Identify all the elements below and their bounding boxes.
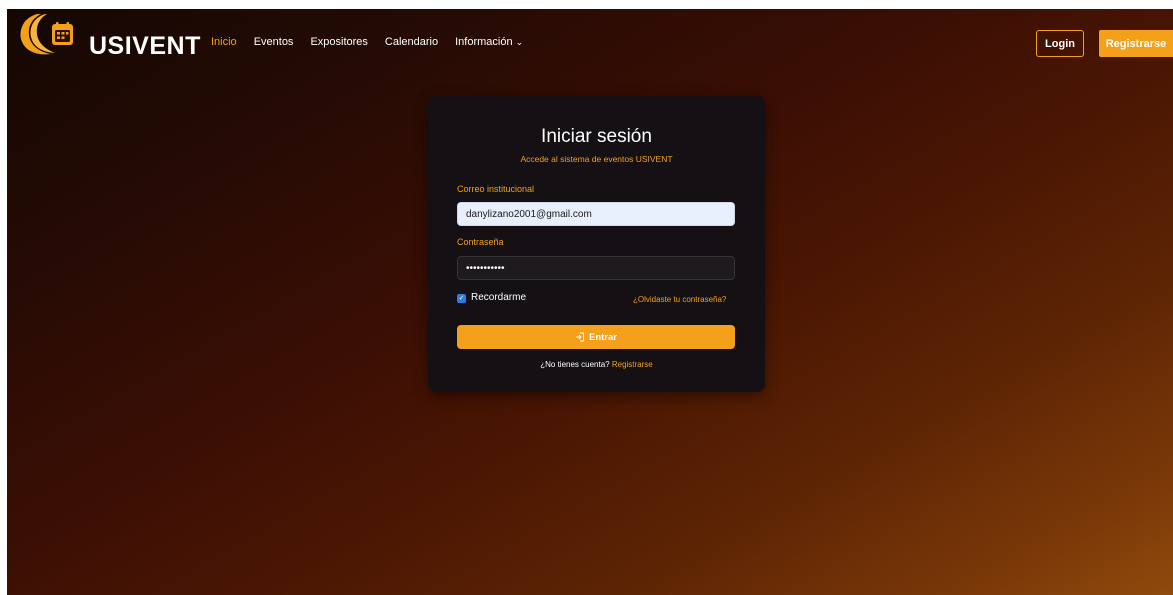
signup-link[interactable]: Registrarse: [612, 360, 653, 369]
submit-button[interactable]: Entrar: [457, 325, 735, 349]
register-button[interactable]: Registrarse: [1099, 30, 1173, 57]
password-label: Contraseña: [457, 237, 504, 247]
nav-item-eventos[interactable]: Eventos: [254, 35, 294, 49]
login-subtitle: Accede al sistema de eventos USIVENT: [520, 154, 673, 164]
login-button[interactable]: Login: [1036, 30, 1084, 57]
remember-me[interactable]: ✓ Recordarme: [457, 292, 526, 304]
nav-item-inicio[interactable]: Inicio: [211, 35, 237, 49]
nav-item-informacion[interactable]: Información ⌄: [455, 35, 523, 49]
login-title: Iniciar sesión: [541, 126, 652, 147]
main-menu: Inicio Eventos Expositores Calendario In…: [211, 35, 540, 49]
login-card: Iniciar sesión Accede al sistema de even…: [428, 96, 765, 392]
email-field[interactable]: danylizano2001@gmail.com: [457, 202, 735, 226]
logo-crescent-icon: [20, 14, 73, 55]
forgot-password-link[interactable]: ¿Olvidaste tu contraseña?: [633, 295, 726, 305]
no-account-text: ¿No tienes cuenta?: [540, 360, 610, 369]
nav-item-expositores[interactable]: Expositores: [310, 35, 367, 49]
nav-item-informacion-label: Información: [455, 36, 513, 48]
brand-name[interactable]: USIVENT: [89, 32, 201, 60]
nav-item-calendario[interactable]: Calendario: [385, 35, 438, 49]
calendar-icon: [52, 22, 73, 45]
email-label: Correo institucional: [457, 184, 535, 194]
chevron-down-icon: ⌄: [515, 37, 524, 47]
password-field[interactable]: •••••••••••: [457, 256, 735, 280]
signup-row: ¿No tienes cuenta? Registrarse: [428, 360, 765, 370]
login-icon: [576, 332, 584, 342]
remember-label: Recordarme: [471, 292, 527, 303]
check-icon[interactable]: ✓: [457, 293, 466, 303]
usivent-logo[interactable]: [15, 12, 83, 56]
submit-label: Entrar: [589, 331, 617, 343]
top-navbar: USIVENT Inicio Eventos Expositores Calen…: [7, 9, 1173, 71]
page-frame: USIVENT Inicio Eventos Expositores Calen…: [7, 9, 1173, 595]
